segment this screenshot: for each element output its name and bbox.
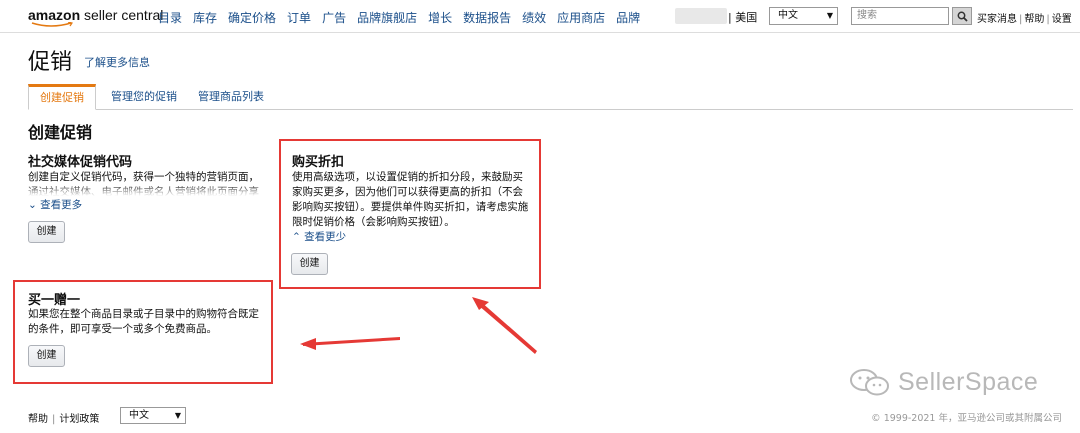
- dropdown-caret-icon: ▼: [174, 411, 181, 420]
- annotation-arrow-shaft: [478, 301, 537, 354]
- chat-bubble-icon: [850, 369, 889, 396]
- footer-help-link[interactable]: 帮助: [28, 414, 48, 425]
- watermark-text: SellerSpace: [898, 367, 1039, 396]
- footer-language-value: 中文: [129, 410, 149, 421]
- copyright: © 1999-2021 年，亚马逊公司或其附属公司: [871, 413, 1062, 424]
- footer-language-select[interactable]: 中文 ▼: [120, 407, 186, 424]
- annotation-arrow-shaft: [303, 337, 400, 346]
- footer-links: 帮助 | 计划政策: [28, 410, 99, 425]
- watermark: SellerSpace: [848, 367, 1038, 397]
- annotation-arrow-head-icon: [300, 338, 316, 350]
- divider: |: [52, 414, 56, 425]
- footer-program-policies-link[interactable]: 计划政策: [59, 414, 99, 425]
